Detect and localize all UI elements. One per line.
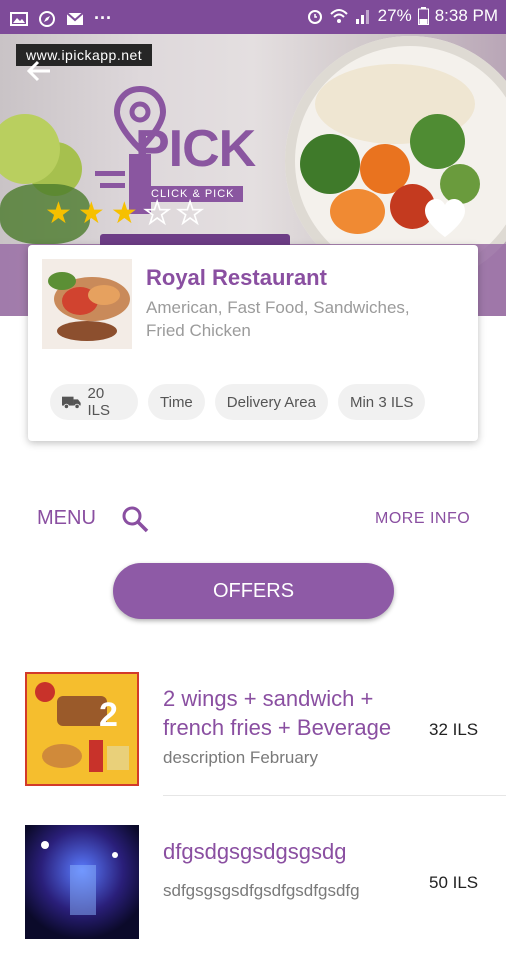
item-description: sdfgsgsgsdfgsdfgsdfgsdfg — [163, 881, 360, 900]
battery-icon — [417, 7, 429, 25]
delivery-area-chip[interactable]: Delivery Area — [214, 384, 328, 420]
battery-percent: 27% — [377, 6, 412, 25]
restaurant-cuisine: American, Fast Food, Sandwiches, Fried C… — [146, 298, 410, 340]
back-button[interactable] — [22, 56, 56, 90]
restaurant-thumbnail — [42, 259, 132, 349]
item-description: description February — [163, 748, 318, 767]
wifi-icon — [329, 9, 348, 23]
offer-thumbnail: 2 — [25, 672, 139, 786]
item-price: 50 ILS — [429, 873, 479, 892]
menu-tab[interactable]: MENU — [37, 507, 96, 530]
alarm-icon — [307, 10, 322, 24]
star-empty-icon: ★ — [143, 197, 172, 230]
more-notifications-icon: ··· — [94, 8, 112, 28]
compass-notification-icon — [39, 10, 55, 27]
divider — [163, 795, 506, 796]
restaurant-info-card: Royal Restaurant American, Fast Food, Sa… — [28, 245, 478, 441]
signal-icon — [355, 10, 369, 24]
item-title: dfgsdgsgsdgsgsdg — [163, 839, 347, 864]
menu-toolbar: MENU MORE INFO — [0, 500, 506, 536]
delivery-truck-icon — [62, 396, 81, 410]
time-chip[interactable]: Time — [148, 384, 205, 420]
restaurant-name: Royal Restaurant — [146, 265, 327, 290]
item-title: 2 wings + sandwich + french fries + Beve… — [163, 686, 392, 740]
minimum-order-chip: Min 3 ILS — [337, 384, 426, 420]
delivery-fee-chip: 20 ILS — [50, 384, 138, 420]
star-empty-icon: ★ — [176, 197, 205, 230]
more-info-link[interactable]: MORE INFO — [375, 510, 470, 528]
rating-stars: ★ ★ ★ ★ ★ — [45, 197, 205, 230]
search-icon[interactable] — [120, 504, 150, 534]
clock: 8:38 PM — [434, 6, 498, 25]
favorite-heart-icon[interactable] — [422, 196, 468, 242]
restaurant-info-chips: 20 ILS Time Delivery Area Min 3 ILS — [50, 384, 426, 420]
star-filled-icon: ★ — [110, 197, 138, 230]
offer-thumbnail — [25, 825, 139, 939]
star-filled-icon: ★ — [77, 197, 105, 230]
status-bar: ··· 27% 8:38 PM — [0, 0, 506, 34]
mail-notification-icon — [66, 11, 84, 25]
item-price: 32 ILS — [429, 720, 479, 739]
svg-text:2: 2 — [99, 696, 118, 734]
list-item[interactable]: 2 2 wings + sandwich + french fries + Be… — [0, 672, 506, 802]
list-item[interactable]: dfgsdgsgsdgsgsdg sdfgsgsgsdfgsdfgsdfgsdf… — [0, 825, 506, 955]
star-filled-icon: ★ — [45, 197, 72, 230]
arrow-left-icon — [26, 60, 50, 82]
delivery-fee: 20 ILS — [87, 385, 111, 419]
logo-text: PICK — [135, 120, 256, 178]
gallery-notification-icon — [10, 11, 28, 26]
offers-button[interactable]: OFFERS — [113, 563, 394, 619]
